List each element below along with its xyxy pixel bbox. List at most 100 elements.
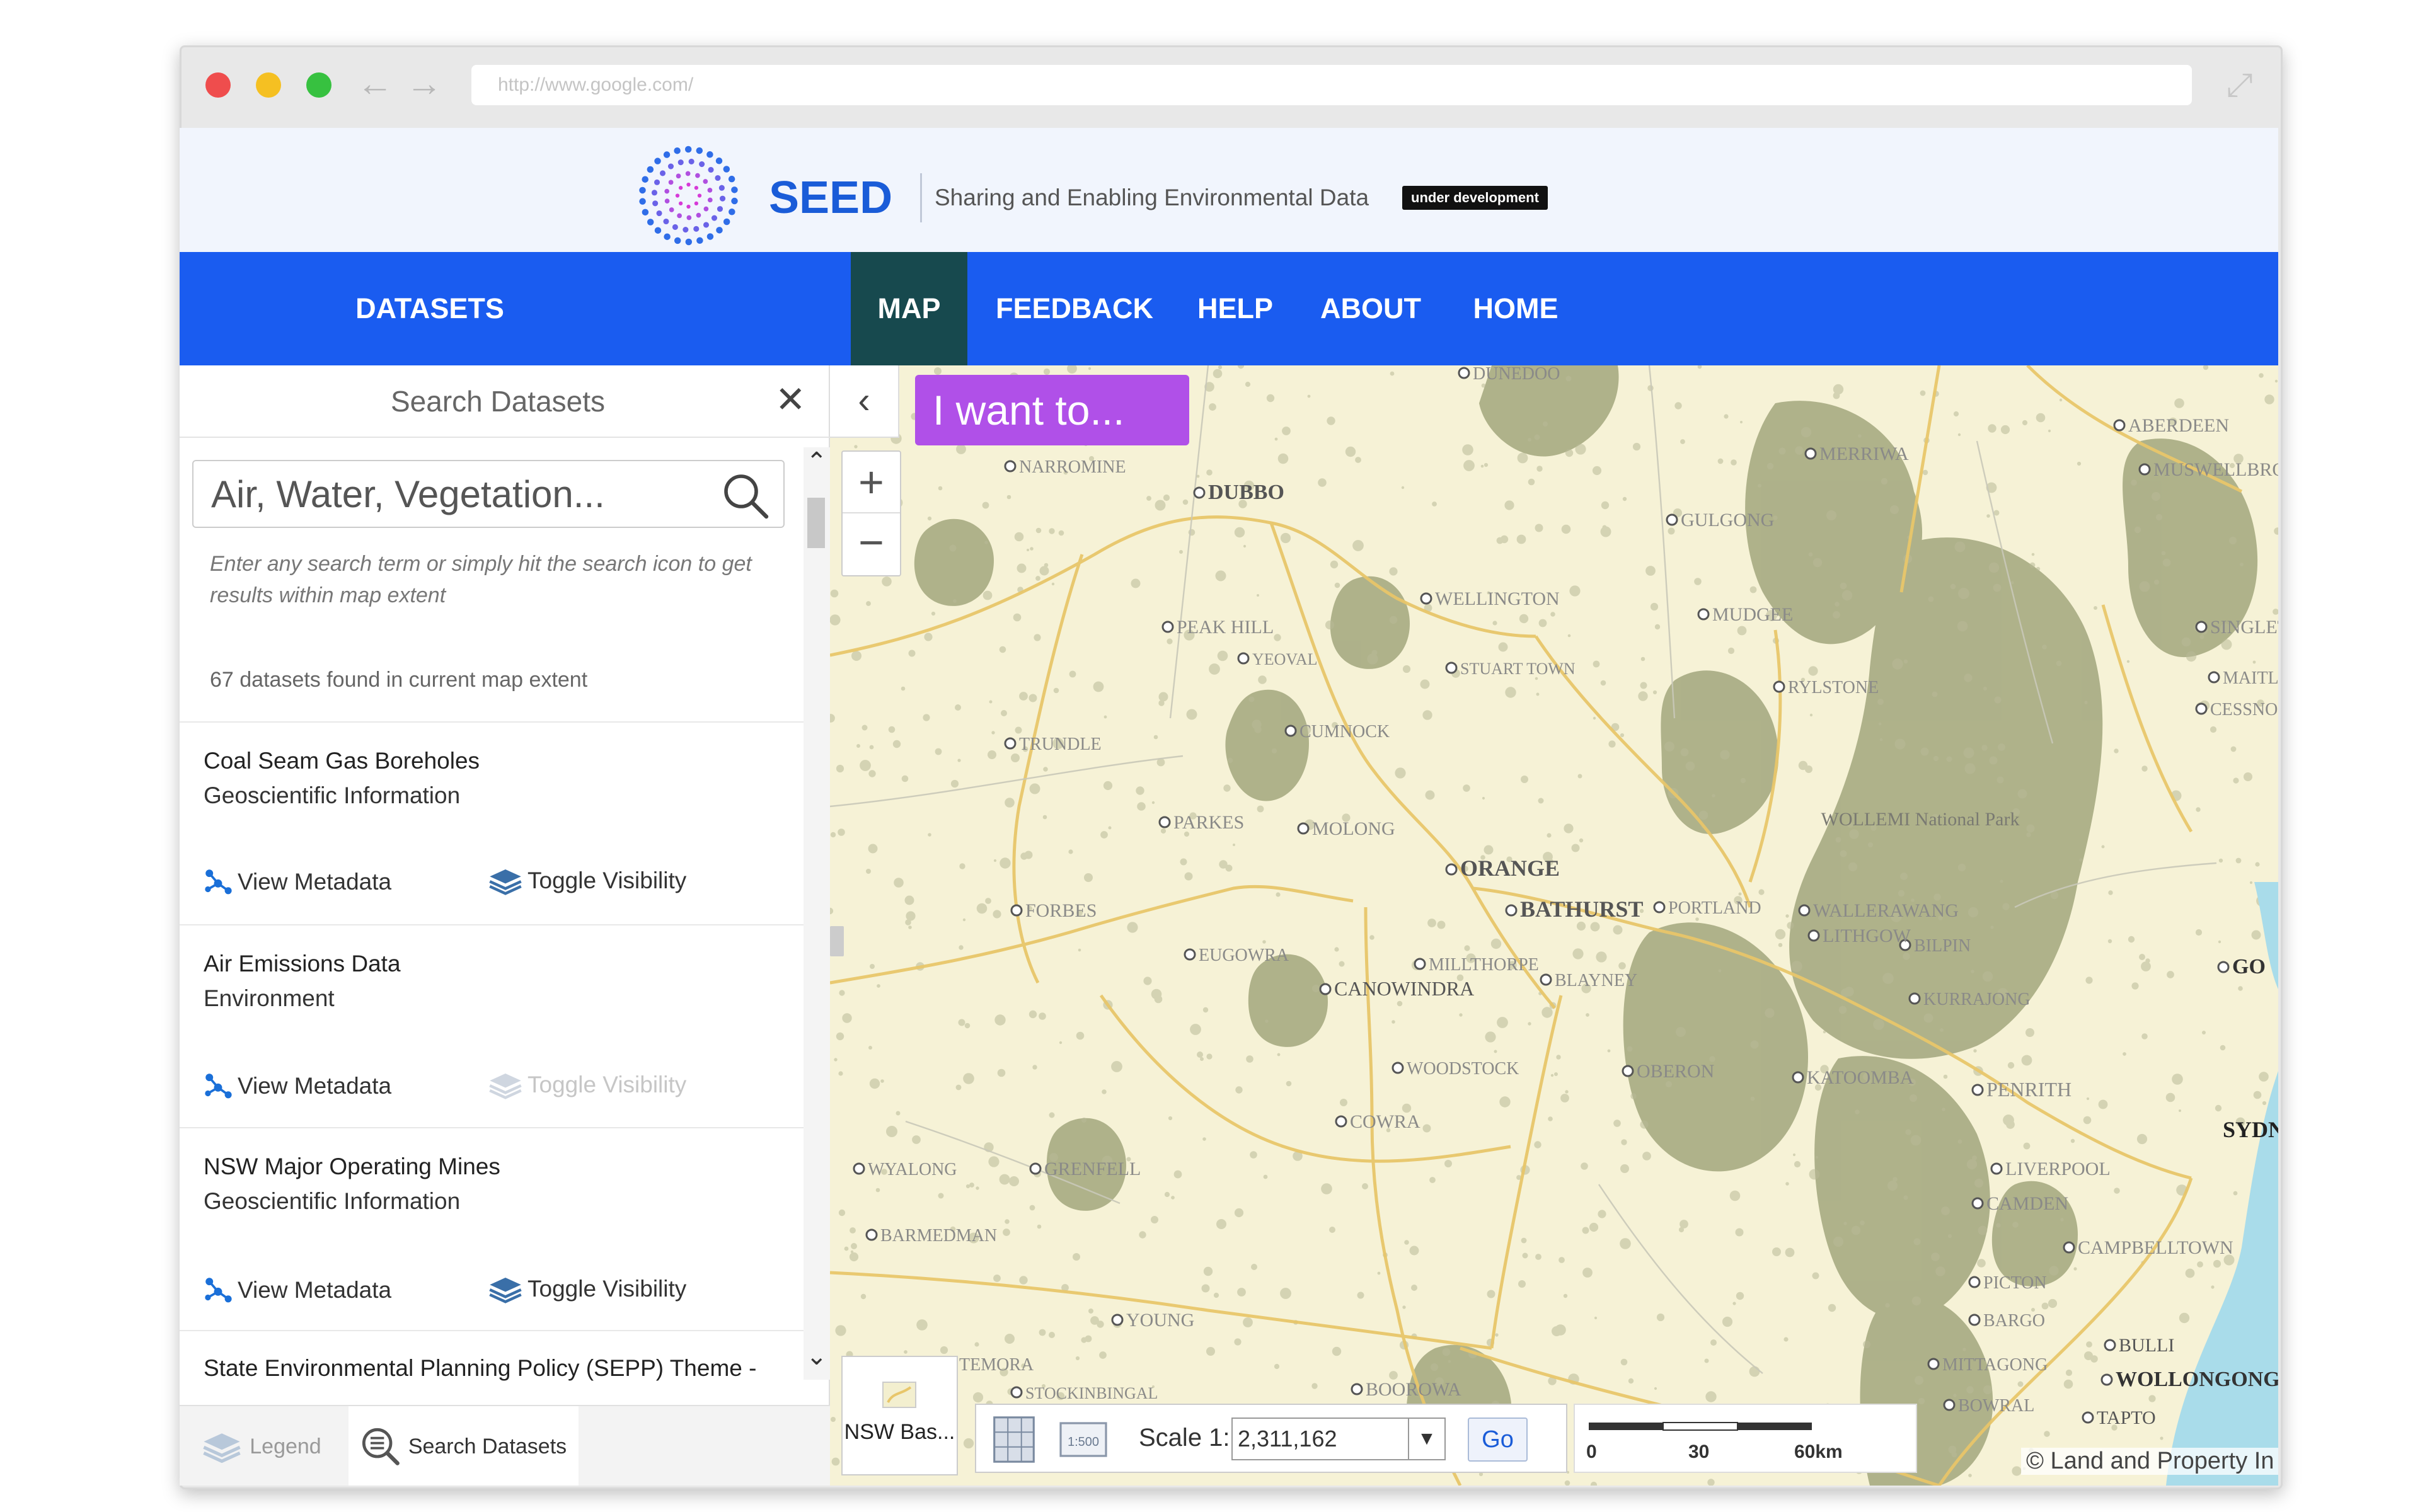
nav-home[interactable]: HOME bbox=[1456, 252, 1576, 365]
town-marker bbox=[865, 1228, 878, 1241]
scalebar-tick: 30 bbox=[1688, 1441, 1710, 1462]
chevron-left-icon[interactable]: ‹ bbox=[830, 365, 899, 438]
toggle-visibility-label: Toggle Visibility bbox=[527, 1276, 687, 1302]
town-marker bbox=[853, 1162, 865, 1175]
place-label-wallerawang: WALLERAWANG bbox=[1813, 900, 1959, 921]
basemap-switcher[interactable]: NSW Bas... bbox=[841, 1356, 958, 1475]
dataset-category: Geoscientific Information bbox=[204, 1188, 461, 1214]
chevron-down-icon[interactable]: ▼ bbox=[1408, 1419, 1444, 1459]
town-marker bbox=[1161, 621, 1174, 633]
town-marker bbox=[1990, 1162, 2003, 1175]
legend-label: Legend bbox=[250, 1434, 321, 1458]
brand-name[interactable]: SEED bbox=[769, 172, 892, 224]
expand-icon[interactable]: ⤢ bbox=[2227, 66, 2253, 105]
town-marker bbox=[2217, 961, 2230, 973]
place-label-young: YOUNG bbox=[1126, 1310, 1194, 1331]
close-icon[interactable]: ✕ bbox=[775, 378, 806, 421]
place-label-dunedoo: DUNEDOO bbox=[1473, 365, 1560, 384]
place-label-gulgong: GULGONG bbox=[1681, 510, 1774, 530]
place-label-trundle: TRUNDLE bbox=[1019, 735, 1102, 754]
scroll-thumb[interactable] bbox=[807, 498, 825, 548]
search-datasets-tab[interactable]: Search Datasets bbox=[349, 1406, 579, 1486]
place-label-barmedman: BARMEDMAN bbox=[880, 1226, 997, 1246]
dataset-title[interactable]: Air Emissions Data bbox=[204, 951, 401, 977]
scalebar-tick: 60km bbox=[1794, 1441, 1843, 1462]
map-canvas[interactable]: DUNEDOO ABERDEEN NARROMINE DUBBO MERRIWA MUSW… bbox=[830, 365, 2278, 1486]
nav-datasets[interactable]: DATASETS bbox=[345, 252, 515, 365]
forward-arrow-icon[interactable]: → bbox=[406, 65, 442, 103]
scale-select[interactable]: 2,311,162 ▼ bbox=[1231, 1418, 1446, 1460]
place-label-wollemi: WOLLEMI National Park bbox=[1821, 809, 2020, 830]
panel-resize-handle[interactable] bbox=[830, 926, 844, 956]
dataset-item: State Environmental Planning Policy (SEP… bbox=[180, 1330, 804, 1406]
minimize-window-dot[interactable] bbox=[256, 72, 281, 98]
legend-tab[interactable]: Legend bbox=[180, 1406, 343, 1486]
town-marker bbox=[1773, 680, 1785, 693]
town-marker bbox=[1193, 486, 1206, 499]
town-marker bbox=[1804, 447, 1817, 460]
town-marker bbox=[1237, 652, 1250, 665]
place-label-sydney: SYDNE bbox=[2223, 1117, 2278, 1142]
main-nav: DATASETS MAP FEEDBACK HELP ABOUT HOME bbox=[180, 252, 2278, 365]
maximize-window-dot[interactable] bbox=[306, 72, 331, 98]
nav-feedback[interactable]: FEEDBACK bbox=[980, 252, 1169, 365]
close-window-dot[interactable] bbox=[205, 72, 231, 98]
scroll-down-icon[interactable]: ⌄ bbox=[806, 1342, 827, 1371]
view-metadata-button[interactable]: View Metadata bbox=[204, 1276, 391, 1305]
zoom-in-icon[interactable]: + bbox=[843, 452, 900, 513]
view-metadata-button[interactable]: View Metadata bbox=[204, 1072, 391, 1101]
dataset-category: Environment bbox=[204, 985, 335, 1011]
scale-value: 2,311,162 bbox=[1238, 1426, 1337, 1452]
place-label-liverpool: LIVERPOOL bbox=[2005, 1159, 2111, 1179]
dataset-category: Geoscientific Information bbox=[204, 782, 461, 808]
place-label-molong: MOLONG bbox=[1312, 818, 1395, 839]
basemap-label: NSW Bas... bbox=[844, 1420, 955, 1444]
sidebar-scrollbar[interactable]: ⌃ ⌄ bbox=[804, 447, 830, 1380]
place-label-muswellbrook: MUSWELLBROOK bbox=[2153, 459, 2278, 480]
town-marker bbox=[1445, 662, 1458, 674]
nav-help[interactable]: HELP bbox=[1185, 252, 1286, 365]
place-label-mudgee: MUDGEE bbox=[1712, 604, 1793, 625]
dataset-title[interactable]: Coal Seam Gas Boreholes bbox=[204, 748, 480, 774]
scroll-up-icon[interactable]: ⌃ bbox=[806, 447, 827, 476]
toggle-visibility-button[interactable]: Toggle Visibility bbox=[488, 866, 686, 895]
place-label-kurrajong: KURRAJONG bbox=[1923, 990, 2031, 1009]
town-marker bbox=[2195, 702, 2208, 715]
place-label-lithgow: LITHGOW bbox=[1823, 925, 1911, 946]
place-label-katoomba: KATOOMBA bbox=[1807, 1067, 1914, 1088]
toggle-visibility-button[interactable]: Toggle Visibility bbox=[488, 1274, 686, 1303]
place-label-go: GO bbox=[2232, 955, 2266, 978]
place-label-mittagong: MITTAGONG bbox=[1942, 1355, 2048, 1375]
scale-ratio-icon[interactable]: 1:500 bbox=[1058, 1418, 1109, 1462]
address-bar[interactable]: http://www.google.com/ bbox=[471, 65, 2192, 105]
i-want-to-button[interactable]: I want to... bbox=[915, 375, 1189, 445]
nav-about[interactable]: ABOUT bbox=[1305, 252, 1437, 365]
place-label-ryistone: RYLSTONE bbox=[1788, 678, 1879, 697]
search-icon[interactable] bbox=[720, 470, 770, 520]
measure-grid-icon[interactable] bbox=[989, 1412, 1039, 1467]
dataset-title[interactable]: NSW Major Operating Mines bbox=[204, 1154, 500, 1180]
view-metadata-button[interactable]: View Metadata bbox=[204, 868, 391, 896]
dev-badge: under development bbox=[1402, 186, 1548, 210]
layers-icon bbox=[489, 1074, 522, 1099]
place-label-temora: TEMORA bbox=[959, 1355, 1034, 1375]
basemap-icon bbox=[882, 1382, 916, 1408]
map-view[interactable]: DUNEDOO ABERDEEN NARROMINE DUBBO MERRIWA MUSW… bbox=[830, 365, 2278, 1486]
back-arrow-icon[interactable]: ← bbox=[357, 65, 393, 103]
town-marker bbox=[1927, 1358, 1940, 1370]
place-label-bowral: BOWRAL bbox=[1958, 1396, 2034, 1416]
web-page: SEED Sharing and Enabling Environmental … bbox=[180, 128, 2278, 1486]
place-label-bulli: BULLI bbox=[2119, 1335, 2174, 1356]
nav-map[interactable]: MAP bbox=[851, 252, 967, 365]
dataset-title[interactable]: State Environmental Planning Policy (SEP… bbox=[204, 1355, 756, 1382]
town-marker bbox=[2100, 1373, 2113, 1386]
place-label-peak_hill: PEAK HILL bbox=[1177, 617, 1274, 638]
place-label-forbes: FORBES bbox=[1025, 900, 1097, 921]
search-input[interactable] bbox=[193, 461, 704, 527]
zoom-out-icon[interactable]: − bbox=[843, 513, 900, 575]
town-marker bbox=[1284, 724, 1297, 737]
place-label-millthorpe: MILLTHORPE bbox=[1429, 955, 1539, 975]
town-marker bbox=[2113, 419, 2126, 432]
go-button[interactable]: Go bbox=[1468, 1418, 1528, 1462]
place-label-orange: ORANGE bbox=[1460, 856, 1560, 881]
